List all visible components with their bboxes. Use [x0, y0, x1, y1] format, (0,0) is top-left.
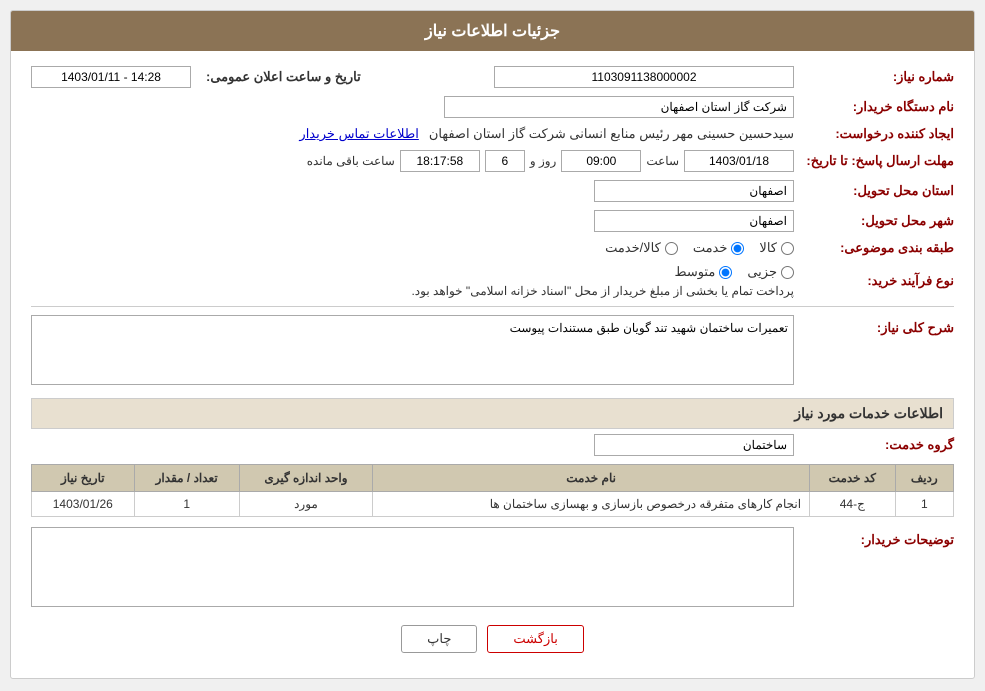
- services-section-header: اطلاعات خدمات مورد نیاز: [31, 398, 954, 429]
- col-header-name: نام خدمت: [373, 465, 810, 492]
- service-group-input[interactable]: [594, 434, 794, 456]
- page-title: جزئیات اطلاعات نیاز: [11, 11, 974, 51]
- divider-1: [31, 306, 954, 307]
- reply-time-label: ساعت: [646, 154, 679, 168]
- category-khedmat-label: خدمت: [693, 240, 728, 256]
- contact-link[interactable]: اطلاعات تماس خریدار: [299, 126, 418, 142]
- delivery-city-label: شهر محل تحویل:: [794, 213, 954, 229]
- requester-label: ایجاد کننده درخواست:: [794, 126, 954, 142]
- cell-row: 1: [895, 492, 953, 517]
- category-kala[interactable]: کالا: [759, 240, 794, 256]
- cell-date: 1403/01/26: [32, 492, 135, 517]
- process-motavasset-label: متوسط: [674, 264, 715, 280]
- buyer-station-label: نام دستگاه خریدار:: [794, 99, 954, 115]
- col-header-date: تاریخ نیاز: [32, 465, 135, 492]
- buyer-notes-textarea[interactable]: [31, 527, 794, 607]
- category-kala-radio[interactable]: [781, 242, 794, 255]
- back-button[interactable]: بازگشت: [487, 625, 583, 653]
- col-header-unit: واحد اندازه گیری: [239, 465, 372, 492]
- services-table: ردیف کد خدمت نام خدمت واحد اندازه گیری ت…: [31, 464, 954, 517]
- general-desc-textarea[interactable]: [31, 315, 794, 385]
- category-khedmat[interactable]: خدمت: [693, 240, 745, 256]
- col-header-row: ردیف: [895, 465, 953, 492]
- process-motavasset-radio[interactable]: [719, 266, 732, 279]
- cell-code: ج-44: [810, 492, 896, 517]
- delivery-province-input[interactable]: [594, 180, 794, 202]
- table-row: 1 ج-44 انجام کارهای متفرقه درخصوص بازساز…: [32, 492, 954, 517]
- delivery-city-input[interactable]: [594, 210, 794, 232]
- reply-date-input[interactable]: [684, 150, 794, 172]
- process-label: نوع فرآیند خرید:: [794, 273, 954, 289]
- category-khedmat-radio[interactable]: [731, 242, 744, 255]
- announcement-label: تاریخ و ساعت اعلان عمومی:: [196, 69, 361, 85]
- reply-time-input[interactable]: [561, 150, 641, 172]
- buyer-notes-label: توضیحات خریدار:: [794, 527, 954, 548]
- category-kala-khedmat-radio[interactable]: [665, 242, 678, 255]
- print-button[interactable]: چاپ: [401, 625, 477, 653]
- reply-remaining-label: ساعت باقی مانده: [307, 154, 395, 168]
- cell-qty: 1: [134, 492, 239, 517]
- category-kala-label: کالا: [759, 240, 777, 256]
- category-kala-khedmat-label: کالا/خدمت: [605, 240, 661, 256]
- process-jozi-radio[interactable]: [781, 266, 794, 279]
- general-desc-label: شرح کلی نیاز:: [794, 315, 954, 336]
- reply-deadline-label: مهلت ارسال پاسخ: تا تاریخ:: [794, 153, 954, 169]
- order-number-input[interactable]: [494, 66, 794, 88]
- category-label: طبقه بندی موضوعی:: [794, 240, 954, 256]
- category-kala-khedmat[interactable]: کالا/خدمت: [605, 240, 678, 256]
- announcement-input[interactable]: [31, 66, 191, 88]
- requester-value: سیدحسین حسینی مهر رئیس منابع انسانی شرکت…: [429, 126, 794, 142]
- cell-name: انجام کارهای متفرقه درخصوص بازسازی و بهس…: [373, 492, 810, 517]
- bottom-buttons: بازگشت چاپ: [31, 625, 954, 663]
- delivery-province-label: استان محل تحویل:: [794, 183, 954, 199]
- process-jozi[interactable]: جزیی: [747, 264, 794, 280]
- col-header-code: کد خدمت: [810, 465, 896, 492]
- reply-day-label: روز و: [530, 154, 557, 168]
- reply-day-input[interactable]: [485, 150, 525, 172]
- service-group-label: گروه خدمت:: [794, 437, 954, 453]
- reply-remaining-input[interactable]: [400, 150, 480, 172]
- col-header-qty: تعداد / مقدار: [134, 465, 239, 492]
- buyer-station-input[interactable]: [444, 96, 794, 118]
- process-jozi-label: جزیی: [747, 264, 777, 280]
- cell-unit: مورد: [239, 492, 372, 517]
- process-motavasset[interactable]: متوسط: [674, 264, 732, 280]
- process-note: پرداخت تمام یا بخشی از مبلغ خریدار از مح…: [31, 284, 794, 298]
- order-number-label: شماره نیاز:: [794, 69, 954, 85]
